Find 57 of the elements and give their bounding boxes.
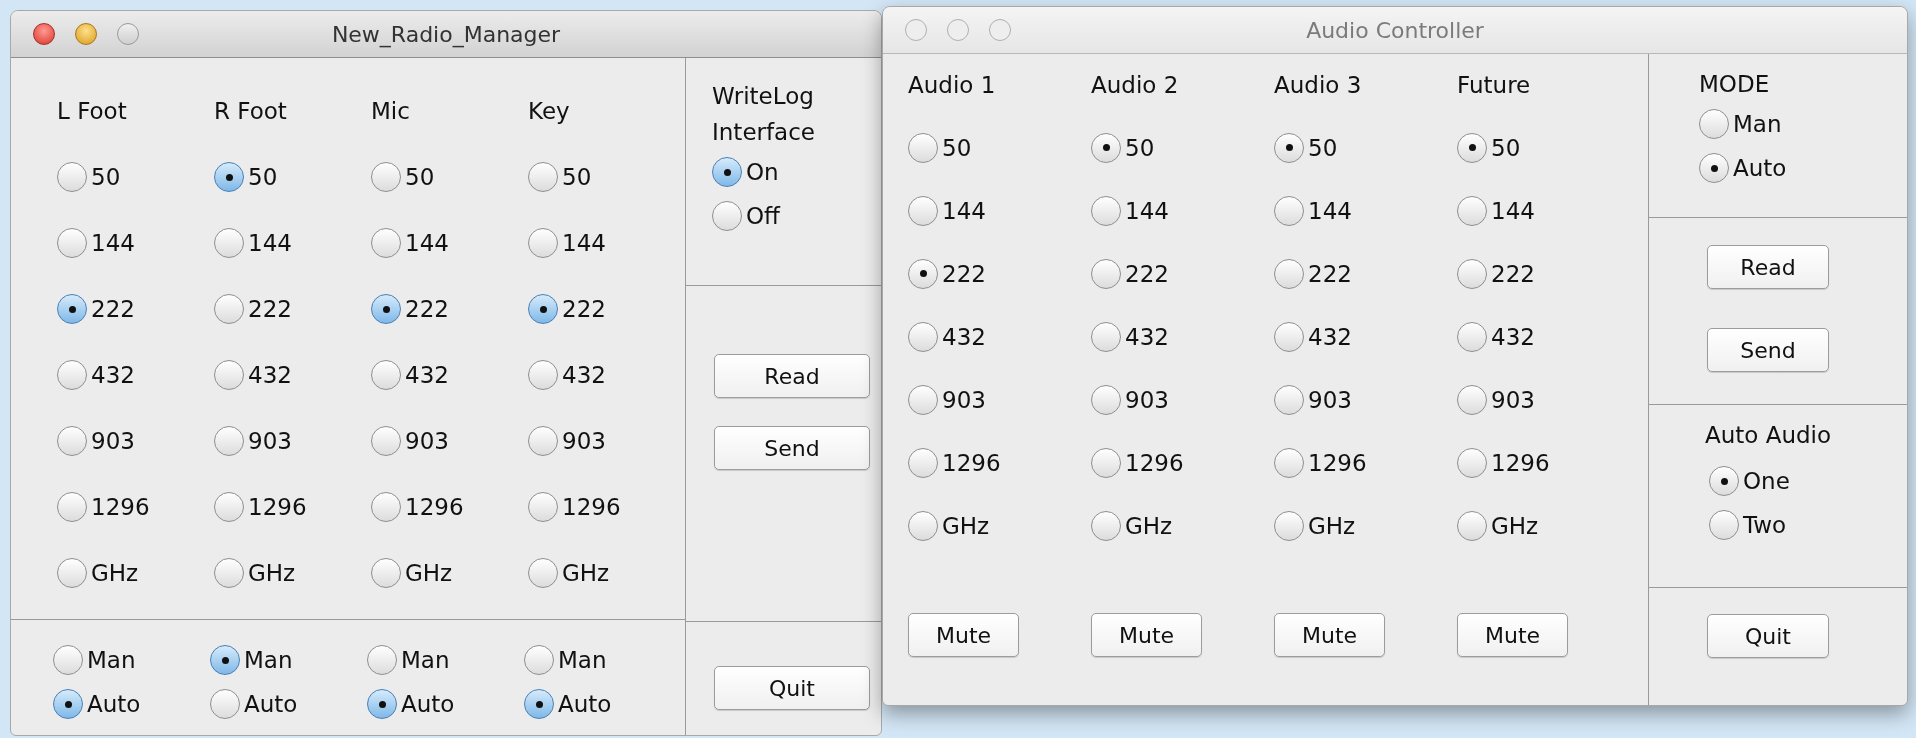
radio-button[interactable]: 1296 <box>57 492 150 522</box>
group-title: Auto Audio <box>1705 421 1832 450</box>
radio-button[interactable]: 1296 <box>214 492 307 522</box>
radio-button[interactable]: 903 <box>214 426 292 456</box>
close-button[interactable] <box>33 23 55 45</box>
radio-button[interactable]: 903 <box>371 426 449 456</box>
radio-button[interactable]: 222 <box>528 294 606 324</box>
radio-button[interactable]: 432 <box>528 360 606 390</box>
radio-button[interactable]: 144 <box>371 228 449 258</box>
radio-button[interactable]: GHz <box>57 558 139 588</box>
radio-button[interactable]: Off <box>712 201 780 231</box>
column-header: L Foot <box>57 98 127 124</box>
column-header: Audio 2 <box>1091 72 1179 98</box>
column-header: Future <box>1457 72 1531 98</box>
radio-button[interactable]: 432 <box>214 360 292 390</box>
column-header: Audio 1 <box>908 72 996 98</box>
column-header: Mic <box>371 98 410 124</box>
push-button[interactable]: Read <box>714 354 870 398</box>
group-title: WriteLog Interface <box>712 82 816 147</box>
push-button[interactable]: Send <box>714 426 870 470</box>
radio-button[interactable]: 432 <box>371 360 449 390</box>
radio-button[interactable]: GHz <box>214 558 296 588</box>
radio-button[interactable]: On <box>712 157 779 187</box>
group-title: MODE <box>1699 70 1770 99</box>
radio-button[interactable]: 50 <box>214 162 278 192</box>
radio-button[interactable]: 903 <box>528 426 606 456</box>
radio-button[interactable]: GHz <box>371 558 453 588</box>
zoom-button[interactable] <box>117 23 139 45</box>
radio-button[interactable]: 50 <box>57 162 121 192</box>
radio-button[interactable]: GHz <box>528 558 610 588</box>
radio-button[interactable]: Man <box>524 645 607 675</box>
radio-button[interactable]: 144 <box>528 228 606 258</box>
radio-button[interactable]: 50 <box>528 162 592 192</box>
push-button[interactable]: Quit <box>714 666 870 710</box>
column-header: Audio 3 <box>1274 72 1362 98</box>
radio-button[interactable]: Auto <box>53 689 141 719</box>
column-header: R Foot <box>214 98 287 124</box>
column-header: Key <box>528 98 570 124</box>
radio-button[interactable]: 1296 <box>528 492 621 522</box>
radio-button[interactable]: 222 <box>371 294 449 324</box>
window-title: Audio Controller <box>1306 17 1484 43</box>
radio-button[interactable]: 144 <box>214 228 292 258</box>
radio-button[interactable]: 222 <box>57 294 135 324</box>
radio-button[interactable]: Man <box>367 645 450 675</box>
radio-button[interactable]: 144 <box>57 228 135 258</box>
radio-button[interactable]: 903 <box>57 426 135 456</box>
radio-button[interactable]: Man <box>53 645 136 675</box>
minimize-button[interactable] <box>75 23 97 45</box>
radio-button[interactable]: Auto <box>524 689 612 719</box>
radio-button[interactable]: 1296 <box>371 492 464 522</box>
radio-button[interactable]: 50 <box>371 162 435 192</box>
radio-button[interactable]: Auto <box>210 689 298 719</box>
radio-button[interactable]: Auto <box>367 689 455 719</box>
window-title: New_Radio_Manager <box>331 21 561 47</box>
radio-button[interactable]: Man <box>210 645 293 675</box>
radio-button[interactable]: 432 <box>57 360 135 390</box>
radio-button[interactable]: 222 <box>214 294 292 324</box>
